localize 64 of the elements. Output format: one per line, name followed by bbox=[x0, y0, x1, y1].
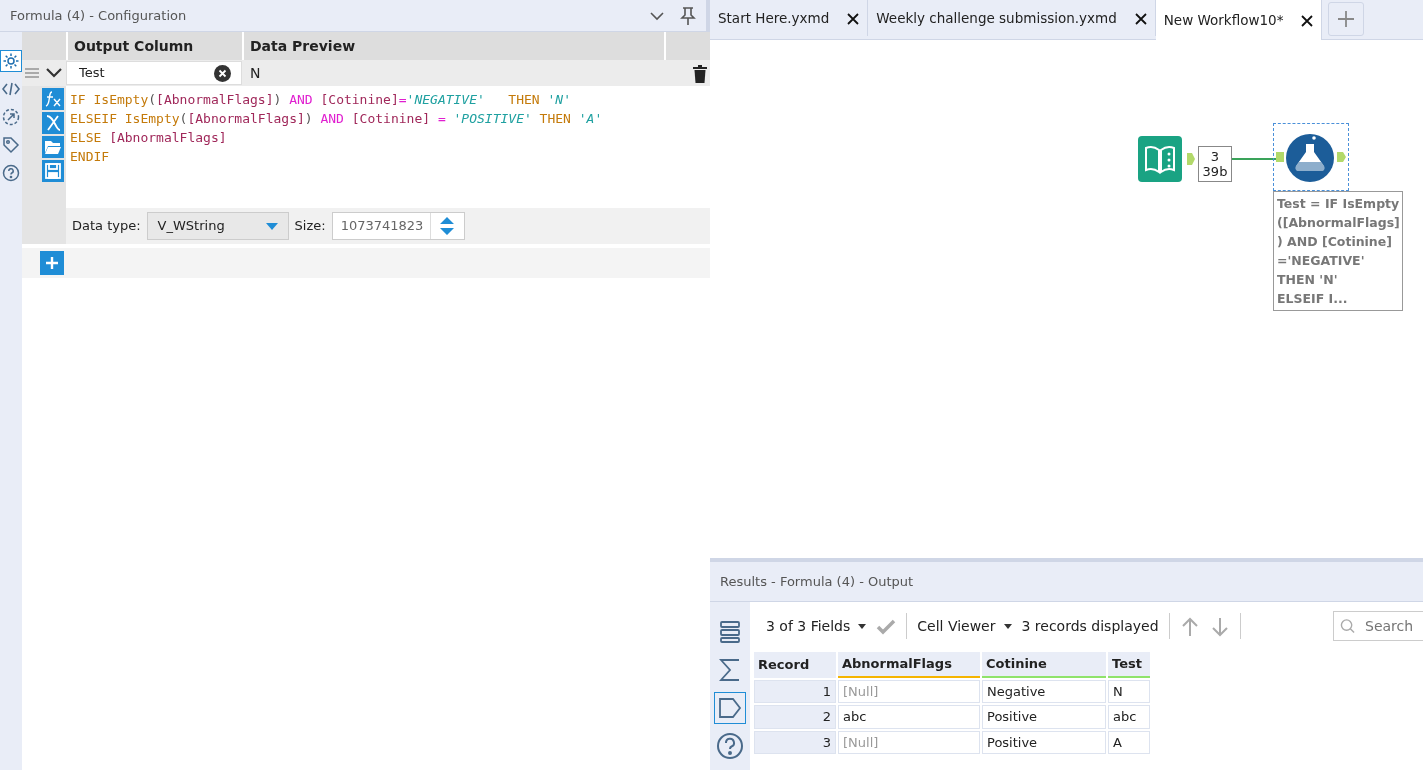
workflow-tab[interactable]: Start Here.yxmd bbox=[710, 0, 869, 36]
record-number: 1 bbox=[754, 679, 836, 703]
table-cell: abc bbox=[838, 705, 980, 729]
table-cell: Positive bbox=[982, 705, 1106, 729]
table-cell: [Null] bbox=[838, 730, 980, 754]
search-input[interactable]: Search bbox=[1363, 614, 1423, 638]
clear-icon[interactable] bbox=[214, 63, 231, 83]
arrow-circle-icon[interactable] bbox=[0, 106, 22, 128]
table-cell: Negative bbox=[982, 679, 1106, 703]
size-field[interactable]: 1073741823 bbox=[331, 212, 465, 240]
column-header: Data Preview bbox=[244, 32, 664, 60]
tag-icon[interactable] bbox=[0, 134, 22, 156]
help-icon[interactable] bbox=[714, 730, 746, 762]
data-type-label: Data type: bbox=[72, 217, 141, 236]
input-tool-icon[interactable] bbox=[1138, 136, 1196, 182]
panel-title: Formula (4) - Configuration bbox=[10, 6, 187, 25]
plus-icon bbox=[46, 257, 58, 269]
column-header[interactable]: Test bbox=[1108, 652, 1150, 678]
function-icon[interactable] bbox=[42, 88, 64, 110]
table-cell: N bbox=[1108, 679, 1150, 703]
connection-count-label: 3 39b bbox=[1198, 146, 1232, 182]
caret-icon bbox=[1003, 623, 1012, 629]
header-blank bbox=[22, 32, 66, 60]
records-count: 3 records displayed bbox=[1021, 616, 1159, 636]
settings-icon[interactable] bbox=[0, 50, 22, 72]
column-header: Output Column bbox=[68, 32, 242, 60]
add-button[interactable] bbox=[40, 251, 64, 275]
caret-icon bbox=[265, 222, 278, 230]
trash-icon[interactable] bbox=[692, 62, 708, 84]
formula-editor[interactable]: IF IsEmpty([AbnormalFlags]) AND [Cotinine]='NEGATIVE' THEN 'N' ELSEIF IsEmpty([AbnormalFlags]) AND [Cotinine] = 'POSITIVE' THEN 'A' ELSE [AbnormalFlags] ENDIF bbox=[66, 86, 712, 208]
help-icon[interactable] bbox=[0, 162, 22, 184]
tag-icon[interactable] bbox=[714, 692, 746, 724]
table-cell: abc bbox=[1108, 705, 1150, 729]
results-title: Results - Formula (4) - Output bbox=[720, 572, 914, 591]
cell-viewer-dropdown[interactable]: Cell Viewer bbox=[917, 615, 1012, 637]
save-icon[interactable] bbox=[42, 160, 64, 182]
plus-icon bbox=[1337, 10, 1356, 28]
new-tab-button[interactable] bbox=[1328, 2, 1365, 36]
table-cell: A bbox=[1108, 730, 1150, 754]
pin-icon[interactable] bbox=[680, 5, 696, 26]
table-cell: [Null] bbox=[838, 679, 980, 703]
spinner-arrows-icon[interactable] bbox=[440, 216, 455, 236]
workflow-tab[interactable]: Weekly challenge submission.yxmd bbox=[868, 0, 1156, 36]
data-type-dropdown[interactable]: V_WString bbox=[146, 212, 289, 240]
header-blank bbox=[666, 32, 710, 60]
tool-annotation: Test = IF IsEmpty ([AbnormalFlags] ) AND [Cotinine] ='NEGATIVE' THEN 'N' ELSEIF I... bbox=[1273, 191, 1403, 311]
size-label: Size: bbox=[294, 217, 326, 236]
caret-icon bbox=[858, 623, 867, 629]
column-header[interactable]: Cotinine bbox=[982, 652, 1106, 678]
record-number: 3 bbox=[754, 730, 836, 754]
record-number: 2 bbox=[754, 705, 836, 729]
column-header[interactable]: AbnormalFlags bbox=[838, 652, 980, 678]
column-header[interactable]: Record bbox=[754, 652, 836, 678]
output-column-field[interactable]: Test bbox=[66, 61, 242, 85]
connection-line bbox=[1232, 158, 1276, 160]
formula-tool-icon[interactable] bbox=[1273, 123, 1349, 191]
folder-icon[interactable] bbox=[42, 136, 64, 158]
fields-dropdown[interactable]: 3 of 3 Fields bbox=[766, 615, 867, 637]
drag-handle-icon[interactable] bbox=[22, 66, 42, 80]
search-field[interactable]: Search bbox=[1333, 611, 1423, 641]
table-cell: Positive bbox=[982, 730, 1106, 754]
variable-icon[interactable] bbox=[42, 112, 64, 134]
data-preview-value: N bbox=[250, 63, 262, 83]
workflow-tab[interactable]: New Workflow10* bbox=[1155, 0, 1323, 41]
